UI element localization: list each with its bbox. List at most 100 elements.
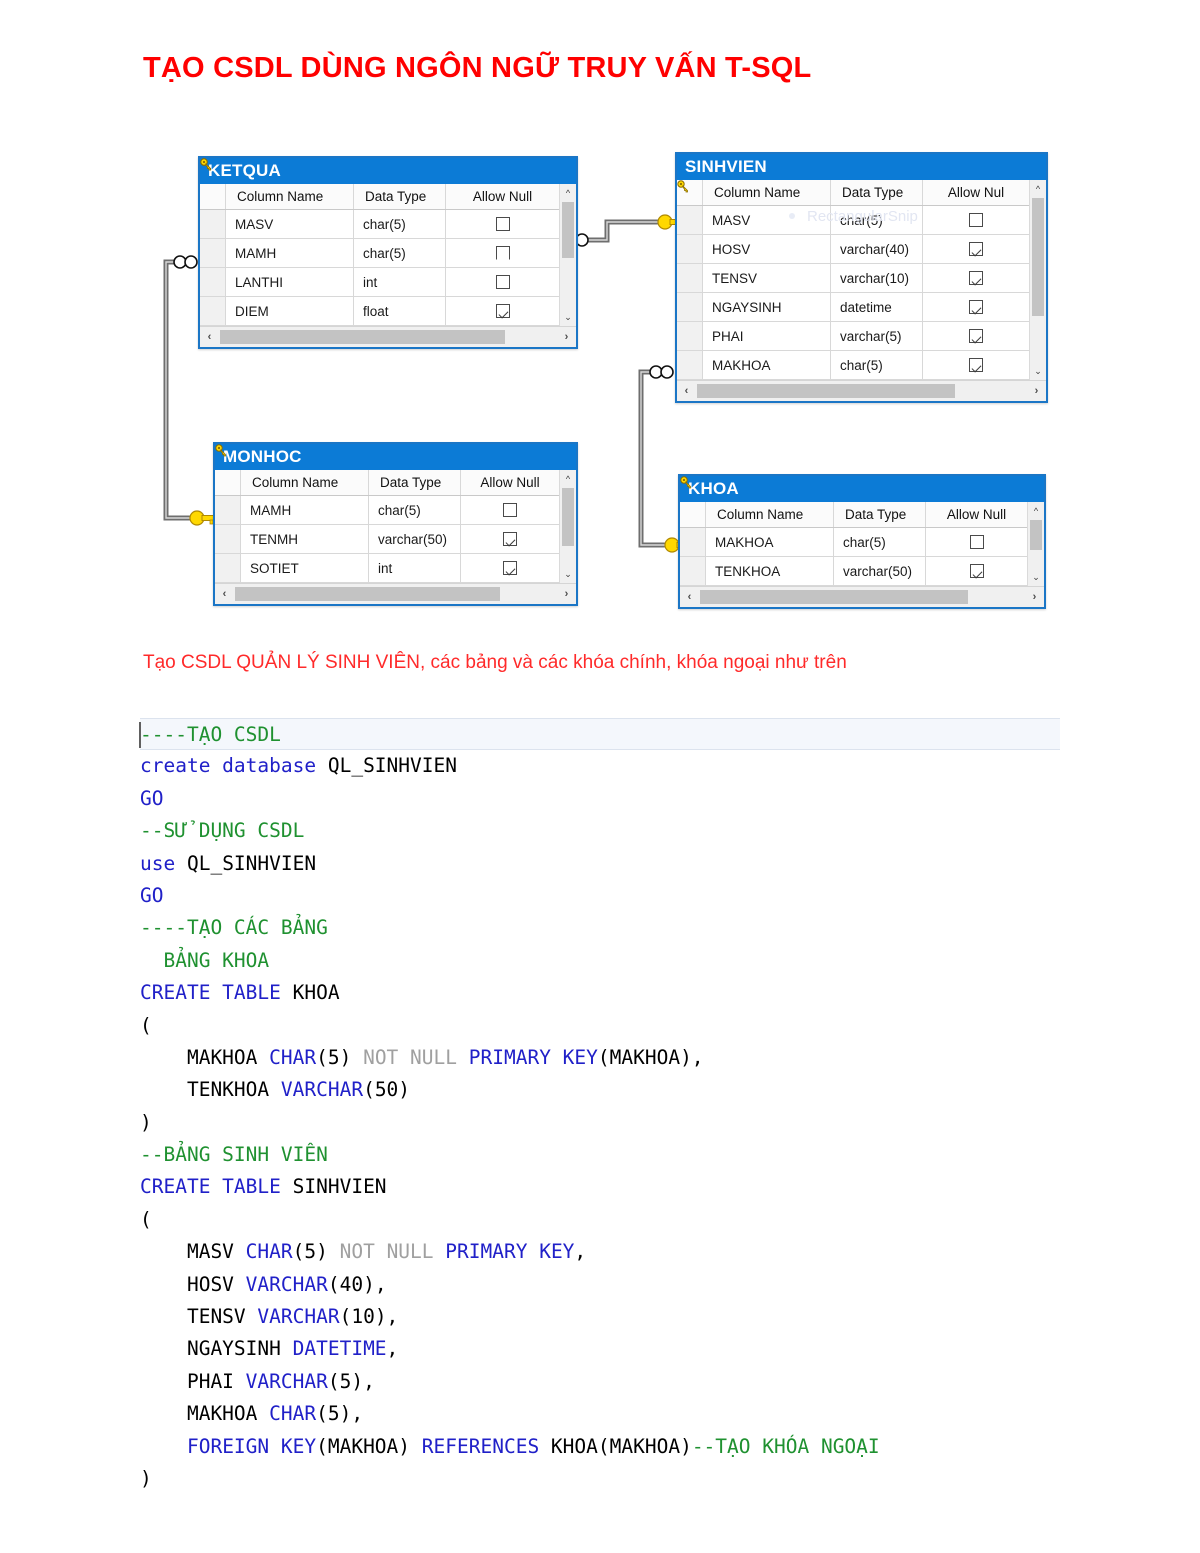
allow-null-cell[interactable] [461,525,559,553]
scroll-up-icon[interactable]: ^ [560,470,577,487]
code-line[interactable]: ) [140,1463,1060,1495]
horizontal-scrollbar[interactable]: ‹ › [200,326,576,348]
table-row[interactable]: MAKHOA char(5) [677,351,1029,381]
code-line[interactable]: use QL_SINHVIEN [140,848,1060,880]
vscroll-thumb[interactable] [1030,520,1042,551]
code-line[interactable]: MAKHOA CHAR(5) NOT NULL PRIMARY KEY(MAKH… [140,1042,1060,1074]
scroll-up-icon[interactable]: ^ [560,184,577,201]
allow-null-checkbox[interactable] [969,242,983,257]
scroll-down-icon[interactable]: ⌄ [560,309,577,326]
code-line[interactable]: GO [140,880,1060,912]
allow-null-cell[interactable] [923,235,1029,263]
table-node-khoa[interactable]: KHOA Column Name Data Type Allow Null MA… [678,474,1046,610]
table-row[interactable]: MASV char(5) [200,158,559,240]
allow-null-checkbox[interactable] [503,503,517,518]
scroll-down-icon[interactable]: ⌄ [560,566,577,583]
table-row[interactable]: TENMH varchar(50) [215,525,559,555]
code-line[interactable]: TENKHOA VARCHAR(50) [140,1074,1060,1106]
allow-null-cell[interactable] [926,528,1027,556]
scroll-left-icon[interactable]: ‹ [200,328,219,347]
hscroll-thumb[interactable] [235,587,500,602]
vertical-scrollbar[interactable]: ^ ⌄ [559,184,577,327]
vscroll-thumb[interactable] [1032,198,1044,317]
hscroll-thumb[interactable] [700,590,968,605]
code-line[interactable]: --SỬ DỤNG CSDL [140,815,1060,847]
allow-null-checkbox[interactable] [495,246,510,261]
table-row[interactable]: TENKHOA varchar(50) [680,557,1027,587]
allow-null-checkbox[interactable] [503,561,517,576]
allow-null-cell[interactable] [923,351,1029,379]
code-line[interactable]: NGAYSINH DATETIME, [140,1333,1060,1365]
table-row[interactable]: TENSV varchar(10) [677,264,1029,294]
sql-code-block[interactable]: ----TẠO CSDL create database QL_SINHVIEN G… [139,718,1060,1495]
code-line[interactable]: CREATE TABLE KHOA [140,977,1060,1009]
vertical-scrollbar[interactable]: ^ ⌄ [1027,502,1045,587]
allow-null-checkbox[interactable] [495,217,510,232]
horizontal-scrollbar[interactable]: ‹ › [677,380,1046,402]
scroll-right-icon[interactable]: › [1027,382,1046,401]
scroll-right-icon[interactable]: › [557,585,576,604]
code-line[interactable]: PHAI VARCHAR(5), [140,1366,1060,1398]
table-row[interactable]: MAMH char(5) [200,158,559,269]
allow-null-checkbox[interactable] [969,358,983,373]
scroll-right-icon[interactable]: › [1025,588,1044,607]
code-line[interactable]: create database QL_SINHVIEN [140,750,1060,782]
code-line[interactable]: CREATE TABLE SINHVIEN [140,1171,1060,1203]
table-node-monhoc[interactable]: MONHOC Column Name Data Type Allow Null … [213,442,578,607]
allow-null-checkbox[interactable] [495,275,510,290]
allow-null-cell[interactable] [446,210,559,238]
code-line[interactable]: ) [140,1107,1060,1139]
table-node-ketqua[interactable]: KETQUA Column Name Data Type Allow Null … [198,156,578,350]
vertical-scrollbar[interactable]: ^ ⌄ [1029,180,1047,381]
scroll-right-icon[interactable]: › [557,328,576,347]
allow-null-checkbox[interactable] [969,300,983,315]
allow-null-cell[interactable] [446,268,559,296]
allow-null-checkbox[interactable] [503,532,517,547]
scroll-up-icon[interactable]: ^ [1030,180,1047,197]
allow-null-checkbox[interactable] [969,213,983,228]
allow-null-checkbox[interactable] [969,535,984,550]
allow-null-cell[interactable] [461,554,559,582]
code-line[interactable]: TENSV VARCHAR(10), [140,1301,1060,1333]
allow-null-checkbox[interactable] [495,304,510,319]
table-row[interactable]: MAKHOA char(5) [680,476,1027,558]
code-line[interactable]: MAKHOA CHAR(5), [140,1398,1060,1430]
scroll-up-icon[interactable]: ^ [1028,502,1045,519]
scroll-left-icon[interactable]: ‹ [215,585,234,604]
vscroll-thumb[interactable] [562,202,574,259]
horizontal-scrollbar[interactable]: ‹ › [215,583,576,605]
allow-null-cell[interactable] [446,239,559,267]
scroll-left-icon[interactable]: ‹ [680,588,699,607]
allow-null-cell[interactable] [461,496,559,524]
allow-null-cell[interactable] [923,322,1029,350]
code-line[interactable]: ( [140,1010,1060,1042]
allow-null-cell[interactable] [923,206,1029,234]
table-row[interactable]: SOTIET int [215,554,559,584]
table-row[interactable]: LANTHI int [200,158,559,298]
vscroll-thumb[interactable] [562,488,574,547]
allow-null-cell[interactable] [923,293,1029,321]
code-line[interactable]: ----TẠO CÁC BẢNG [140,912,1060,944]
table-row[interactable]: PHAI varchar(5) [677,322,1029,352]
table-row[interactable]: DIEM float [200,297,559,327]
code-line[interactable]: ----TẠO CSDL [139,718,1060,751]
vertical-scrollbar[interactable]: ^ ⌄ [559,470,577,584]
table-row[interactable]: MASV char(5) [677,180,1029,236]
table-node-sinhvien[interactable]: SINHVIEN RectangularSnip Column Name Dat… [675,152,1048,404]
table-row[interactable]: HOSV varchar(40) [677,235,1029,265]
code-line[interactable]: BẢNG KHOA [140,945,1060,977]
allow-null-checkbox[interactable] [969,564,984,579]
code-line[interactable]: MASV CHAR(5) NOT NULL PRIMARY KEY, [140,1236,1060,1268]
allow-null-checkbox[interactable] [969,329,983,344]
scroll-left-icon[interactable]: ‹ [677,382,696,401]
table-row[interactable]: NGAYSINH datetime [677,293,1029,323]
code-line[interactable]: GO [140,783,1060,815]
allow-null-cell[interactable] [926,557,1027,585]
code-line[interactable]: HOSV VARCHAR(40), [140,1269,1060,1301]
code-line[interactable]: FOREIGN KEY(MAKHOA) REFERENCES KHOA(MAKH… [140,1431,1060,1463]
hscroll-thumb[interactable] [220,330,505,345]
hscroll-thumb[interactable] [697,384,955,399]
allow-null-cell[interactable] [446,297,559,325]
allow-null-cell[interactable] [923,264,1029,292]
scroll-down-icon[interactable]: ⌄ [1030,363,1047,380]
